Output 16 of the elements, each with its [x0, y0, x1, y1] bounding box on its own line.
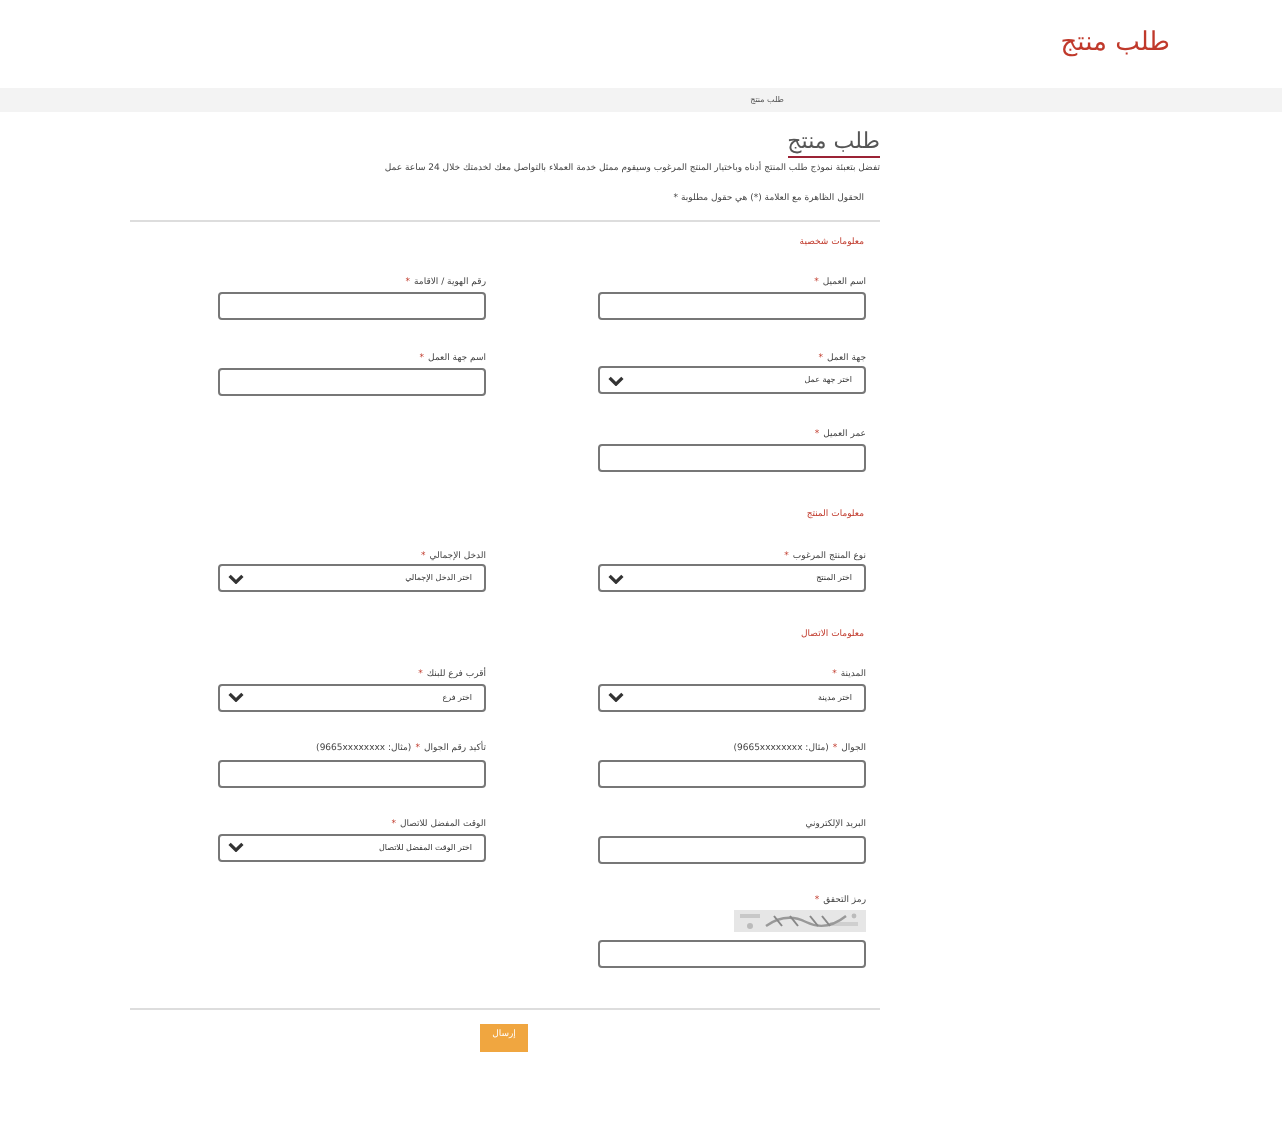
input-field[interactable] — [598, 759, 866, 788]
input-field[interactable] — [598, 444, 866, 473]
chevron-down-icon — [608, 573, 624, 583]
input-field[interactable] — [598, 292, 866, 321]
chevron-down-icon — [228, 842, 244, 853]
input-field[interactable] — [218, 368, 486, 397]
chevron-down-icon — [228, 573, 244, 583]
input-field[interactable] — [218, 759, 486, 788]
page-title: طلب منتج — [787, 126, 880, 158]
site-title: طلب منتج — [1060, 26, 1170, 63]
input-field[interactable] — [598, 835, 866, 864]
chevron-down-icon — [228, 692, 244, 703]
chevron-down-icon — [608, 375, 624, 386]
input-field[interactable] — [598, 939, 866, 968]
input-field[interactable] — [218, 292, 486, 321]
chevron-down-icon — [608, 692, 624, 703]
